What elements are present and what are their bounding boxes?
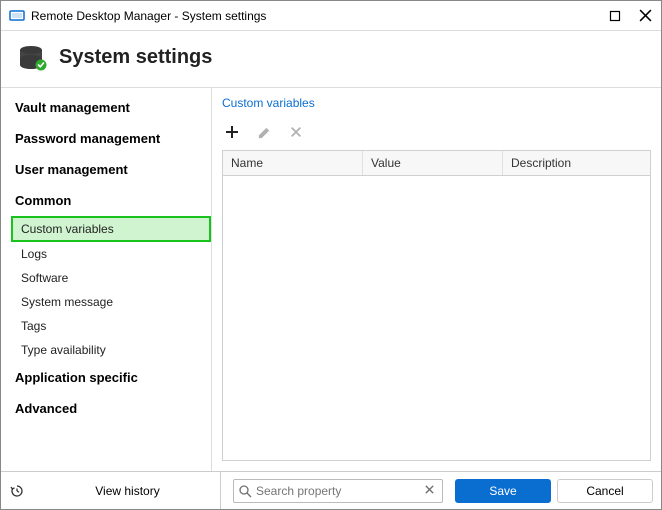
edit-button: [254, 122, 274, 142]
app-icon: [9, 8, 25, 24]
sidebar-item-custom-variables[interactable]: Custom variables: [11, 216, 211, 242]
sidebar-section-vault[interactable]: Vault management: [11, 92, 211, 123]
sidebar-section-common[interactable]: Common: [11, 185, 211, 216]
search-property-input[interactable]: [256, 484, 424, 498]
sidebar-item-system-message[interactable]: System message: [11, 290, 211, 314]
clear-search-button[interactable]: [424, 484, 438, 498]
save-button[interactable]: Save: [455, 479, 551, 503]
sidebar-section-password[interactable]: Password management: [11, 123, 211, 154]
search-icon: [238, 484, 252, 498]
history-icon[interactable]: [9, 483, 25, 499]
sidebar-item-tags[interactable]: Tags: [11, 314, 211, 338]
sidebar-item-type-availability[interactable]: Type availability: [11, 338, 211, 362]
page-title: System settings: [59, 46, 212, 69]
settings-sidebar: Vault management Password management Use…: [1, 88, 211, 471]
sidebar-section-advanced[interactable]: Advanced: [11, 393, 211, 424]
sidebar-section-user[interactable]: User management: [11, 154, 211, 185]
column-header-name[interactable]: Name: [223, 151, 363, 175]
column-header-description[interactable]: Description: [503, 151, 650, 175]
table-body: [223, 176, 650, 460]
settings-logo-icon: [15, 41, 47, 73]
sidebar-section-application-specific[interactable]: Application specific: [11, 362, 211, 393]
delete-button: [286, 122, 306, 142]
window-maximize-button[interactable]: [607, 8, 623, 24]
window-title: Remote Desktop Manager - System settings: [31, 9, 607, 23]
cancel-button[interactable]: Cancel: [557, 479, 653, 503]
sidebar-item-logs[interactable]: Logs: [11, 242, 211, 266]
breadcrumb-custom-variables[interactable]: Custom variables: [222, 94, 651, 120]
sidebar-item-software[interactable]: Software: [11, 266, 211, 290]
variables-table: Name Value Description: [222, 150, 651, 461]
view-history-button[interactable]: View history: [35, 472, 221, 509]
column-header-value[interactable]: Value: [363, 151, 503, 175]
window-close-button[interactable]: [637, 8, 653, 24]
add-button[interactable]: [222, 122, 242, 142]
